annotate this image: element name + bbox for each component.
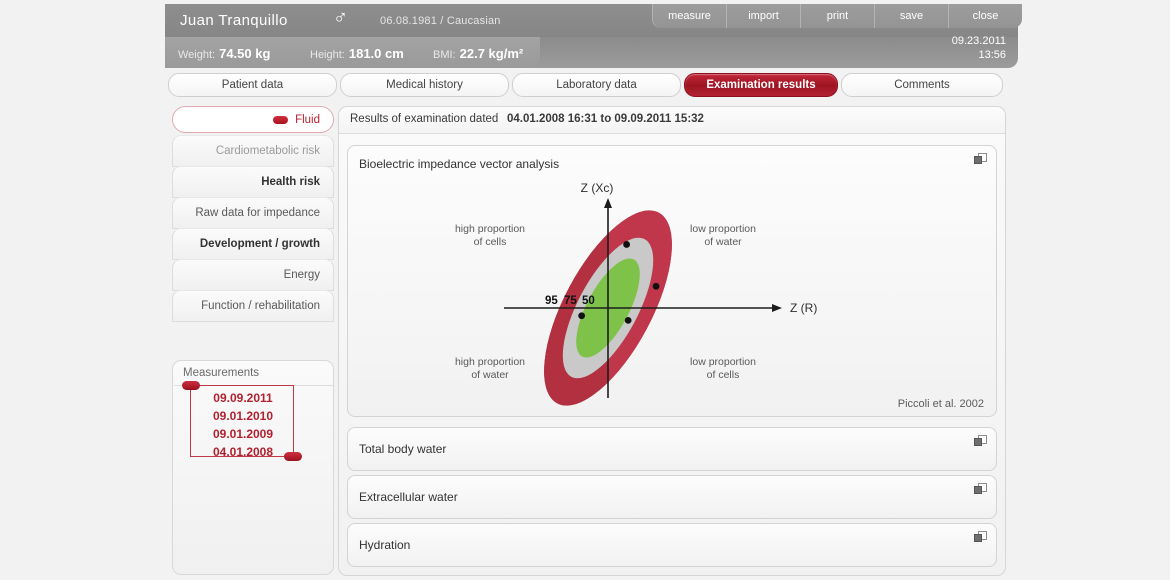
results-panel: Results of examination dated 04.01.2008 …	[338, 106, 1006, 576]
measurements-title: Measurements	[183, 367, 260, 379]
sidebar-item-label: Function / rehabilitation	[201, 300, 320, 312]
copy-icon[interactable]	[974, 483, 987, 495]
data-point[interactable]	[624, 317, 632, 324]
sidebar-item-cardiometabolic-risk[interactable]: Cardiometabolic risk	[172, 135, 334, 167]
x-axis-arrowhead	[772, 304, 782, 312]
tab-patient-data[interactable]: Patient data	[168, 73, 337, 97]
biva-chart: Z (Xc) Z (R) 95 75 50 high proportion of…	[348, 146, 998, 418]
sidebar-item-raw-data-for-impedance[interactable]: Raw data for impedance	[172, 197, 334, 229]
copy-icon[interactable]	[974, 531, 987, 543]
bmi-label: BMI:	[433, 49, 456, 61]
copy-icon-front-sheet	[974, 438, 982, 446]
copy-icon-front-sheet	[974, 486, 982, 494]
sidebar-item-health-risk[interactable]: Health risk	[172, 166, 334, 198]
height-metric: Height: 181.0 cm	[310, 45, 404, 63]
biva-card: Bioelectric impedance vector analysis Z …	[347, 145, 997, 417]
results-header-prefix: Results of examination dated	[350, 113, 499, 125]
tab-medical-history[interactable]: Medical history	[340, 73, 509, 97]
fluid-bullet-icon	[273, 115, 289, 124]
extracellular-water-title: Extracellular water	[359, 490, 458, 504]
male-symbol-icon: ♂	[333, 7, 348, 29]
toolbar-button-close[interactable]: close	[949, 4, 1022, 28]
biva-plot-svg: Z (Xc) Z (R) 95 75 50 high proportion of…	[455, 181, 817, 406]
weight-label: Weight:	[178, 49, 216, 61]
toolbar-button-import[interactable]: import	[727, 4, 801, 28]
patient-dob-ethnicity: 06.08.1981 / Caucasian	[380, 15, 501, 27]
total-body-water-card[interactable]: Total body water	[347, 427, 997, 471]
sidebar-item-label: Health risk	[261, 176, 320, 188]
weight-value: 74.50 kg	[219, 46, 271, 61]
sidebar-item-fluid[interactable]: Fluid	[172, 106, 334, 133]
quadrant-top-left-line1: high proportion	[455, 223, 525, 235]
current-date: 09.23.2011	[951, 35, 1006, 47]
extracellular-water-card[interactable]: Extracellular water	[347, 475, 997, 519]
results-header-range: 04.01.2008 16:31 to 09.09.2011 15:32	[507, 113, 704, 125]
tab-comments[interactable]: Comments	[841, 73, 1003, 97]
copy-icon-front-sheet	[974, 534, 982, 542]
bmi-value: 22.7 kg/m²	[459, 46, 524, 61]
copy-icon[interactable]	[974, 435, 987, 447]
patient-header: Juan Tranquillo ♂ 06.08.1981 / Caucasian…	[165, 0, 1022, 68]
quadrant-top-right-line2: of water	[704, 236, 742, 248]
toolbar-button-print[interactable]: print	[801, 4, 875, 28]
percentile-label-95: 95	[545, 295, 558, 307]
quadrant-top-right-line1: low proportion	[690, 223, 756, 235]
sidebar-item-label: Fluid	[295, 113, 320, 126]
weight-metric: Weight: 74.50 kg	[178, 45, 270, 63]
sidebar-item-label: Development / growth	[199, 238, 320, 250]
measurement-date-list: 09.09.2011 09.01.2010 09.01.2009 04.01.2008	[191, 386, 295, 461]
sidebar-item-label: Raw data for impedance	[195, 207, 320, 219]
hydration-title: Hydration	[359, 538, 411, 552]
results-header: Results of examination dated 04.01.2008 …	[339, 107, 1005, 134]
quadrant-bottom-left-line1: high proportion	[455, 356, 525, 368]
measurements-panel: Measurements 09.09.2011 09.01.2010 09.01.2…	[172, 360, 334, 575]
application-window: Juan Tranquillo ♂ 06.08.1981 / Caucasian…	[0, 0, 1170, 580]
sidebar-item-function-rehabilitation[interactable]: Function / rehabilitation	[172, 290, 334, 322]
y-axis-label: Z (Xc)	[581, 181, 614, 195]
measurement-date-item[interactable]: 09.01.2010	[191, 407, 295, 425]
height-label: Height:	[310, 49, 345, 61]
data-point[interactable]	[578, 312, 586, 320]
chart-citation: Piccoli et al. 2002	[897, 398, 984, 410]
hydration-card[interactable]: Hydration	[347, 523, 997, 567]
main-tab-bar: Patient data Medical history Laboratory da…	[168, 73, 1018, 97]
data-point[interactable]	[652, 282, 660, 290]
quadrant-bottom-right-line2: of cells	[707, 369, 740, 381]
sidebar-item-development-growth[interactable]: Development / growth	[172, 228, 334, 260]
measurement-date-item[interactable]: 04.01.2008	[191, 443, 295, 461]
bmi-metric: BMI: 22.7 kg/m²	[433, 45, 523, 63]
measurement-selection-box[interactable]: 09.09.2011 09.01.2010 09.01.2009 04.01.2008	[182, 381, 302, 461]
quadrant-top-left-line2: of cells	[474, 236, 507, 248]
patient-metrics-bar: Weight: 74.50 kg Height: 181.0 cm BMI: 22.7…	[165, 37, 540, 68]
percentile-label-50: 50	[582, 295, 595, 307]
quadrant-bottom-right-line1: low proportion	[690, 356, 756, 368]
measurement-date-item[interactable]: 09.09.2011	[191, 389, 295, 407]
toolbar-button-save[interactable]: save	[875, 4, 949, 28]
sidebar-navigation: Fluid Cardiometabolic risk Health risk Raw …	[172, 106, 334, 322]
toolbar-buttons: measure import print save close	[652, 4, 1022, 28]
sidebar-item-energy[interactable]: Energy	[172, 259, 334, 291]
x-axis-label: Z (R)	[790, 301, 817, 315]
current-time: 13:56	[978, 49, 1006, 61]
measurement-date-item[interactable]: 09.01.2009	[191, 425, 295, 443]
toolbar-button-measure[interactable]: measure	[652, 4, 727, 28]
percentile-label-75: 75	[564, 295, 577, 307]
total-body-water-title: Total body water	[359, 442, 447, 456]
sidebar-item-label: Energy	[283, 269, 320, 281]
sidebar-item-label: Cardiometabolic risk	[215, 145, 320, 157]
height-value: 181.0 cm	[348, 46, 404, 61]
current-datetime: 09.23.2011 13:56	[952, 34, 1006, 62]
patient-name: Juan Tranquillo	[180, 12, 288, 29]
quadrant-bottom-left-line2: of water	[471, 369, 509, 381]
tab-laboratory-data[interactable]: Laboratory data	[512, 73, 681, 97]
y-axis-arrowhead	[604, 198, 612, 208]
tab-examination-results[interactable]: Examination results	[684, 73, 838, 97]
data-point[interactable]	[623, 241, 630, 248]
